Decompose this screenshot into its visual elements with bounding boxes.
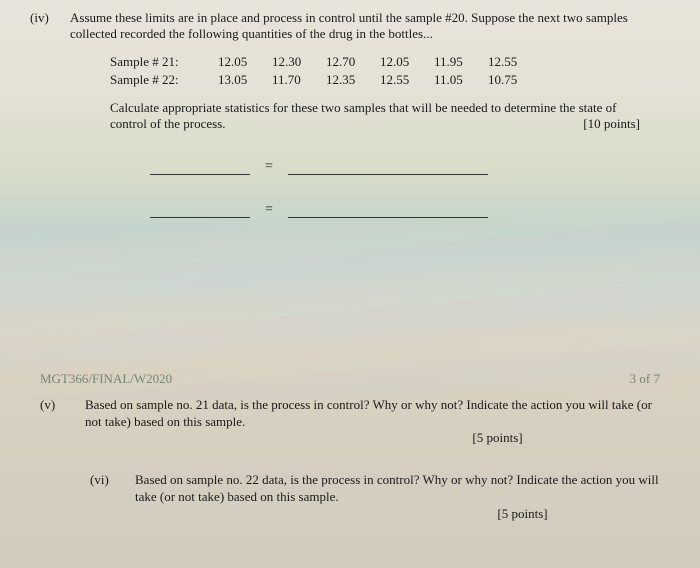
- sample-value: 12.55: [488, 54, 524, 70]
- sample-value: 12.05: [218, 54, 254, 70]
- question-text: Assume these limits are in place and pro…: [70, 10, 670, 42]
- sample-value: 10.75: [488, 72, 524, 88]
- sample-value: 12.70: [326, 54, 362, 70]
- sample-data-block: Sample # 21: 12.05 12.30 12.70 12.05 11.…: [110, 54, 670, 88]
- question-vi: (vi) Based on sample no. 22 data, is the…: [80, 472, 670, 523]
- answer-line-1: =: [150, 157, 670, 175]
- points-label: [10 points]: [583, 116, 640, 132]
- sample-value: 11.05: [434, 72, 470, 88]
- question-v: (v) Based on sample no. 21 data, is the …: [30, 397, 670, 448]
- answer-line-2: =: [150, 200, 670, 218]
- answer-blanks: = =: [150, 157, 670, 218]
- sample-value: 11.70: [272, 72, 308, 88]
- question-marker: (iv): [30, 10, 70, 42]
- sample-value: 13.05: [218, 72, 254, 88]
- calculate-instruction: Calculate appropriate statistics for the…: [110, 100, 640, 132]
- sample-row-21: Sample # 21: 12.05 12.30 12.70 12.05 11.…: [110, 54, 670, 70]
- blank-field: [150, 174, 250, 175]
- points-label: [5 points]: [335, 430, 660, 447]
- sample-row-22: Sample # 22: 13.05 11.70 12.35 12.55 11.…: [110, 72, 670, 88]
- question-text: Based on sample no. 21 data, is the proc…: [85, 397, 660, 448]
- sample-label: Sample # 22:: [110, 72, 200, 88]
- equals-sign: =: [265, 159, 273, 175]
- question-marker: (v): [40, 397, 85, 448]
- points-label: [5 points]: [385, 506, 660, 523]
- blank-field: [150, 217, 250, 218]
- page-content: (iv) Assume these limits are in place an…: [0, 0, 700, 263]
- question-marker: (vi): [90, 472, 135, 523]
- sample-label: Sample # 21:: [110, 54, 200, 70]
- question-text: Based on sample no. 22 data, is the proc…: [135, 472, 660, 523]
- equals-sign: =: [265, 202, 273, 218]
- blank-field: [288, 217, 488, 218]
- calc-text: Calculate appropriate statistics for the…: [110, 100, 616, 131]
- sample-value: 11.95: [434, 54, 470, 70]
- blank-field: [288, 174, 488, 175]
- sample-value: 12.05: [380, 54, 416, 70]
- question-iv: (iv) Assume these limits are in place an…: [30, 10, 670, 42]
- sample-value: 12.55: [380, 72, 416, 88]
- sample-value: 12.30: [272, 54, 308, 70]
- sample-value: 12.35: [326, 72, 362, 88]
